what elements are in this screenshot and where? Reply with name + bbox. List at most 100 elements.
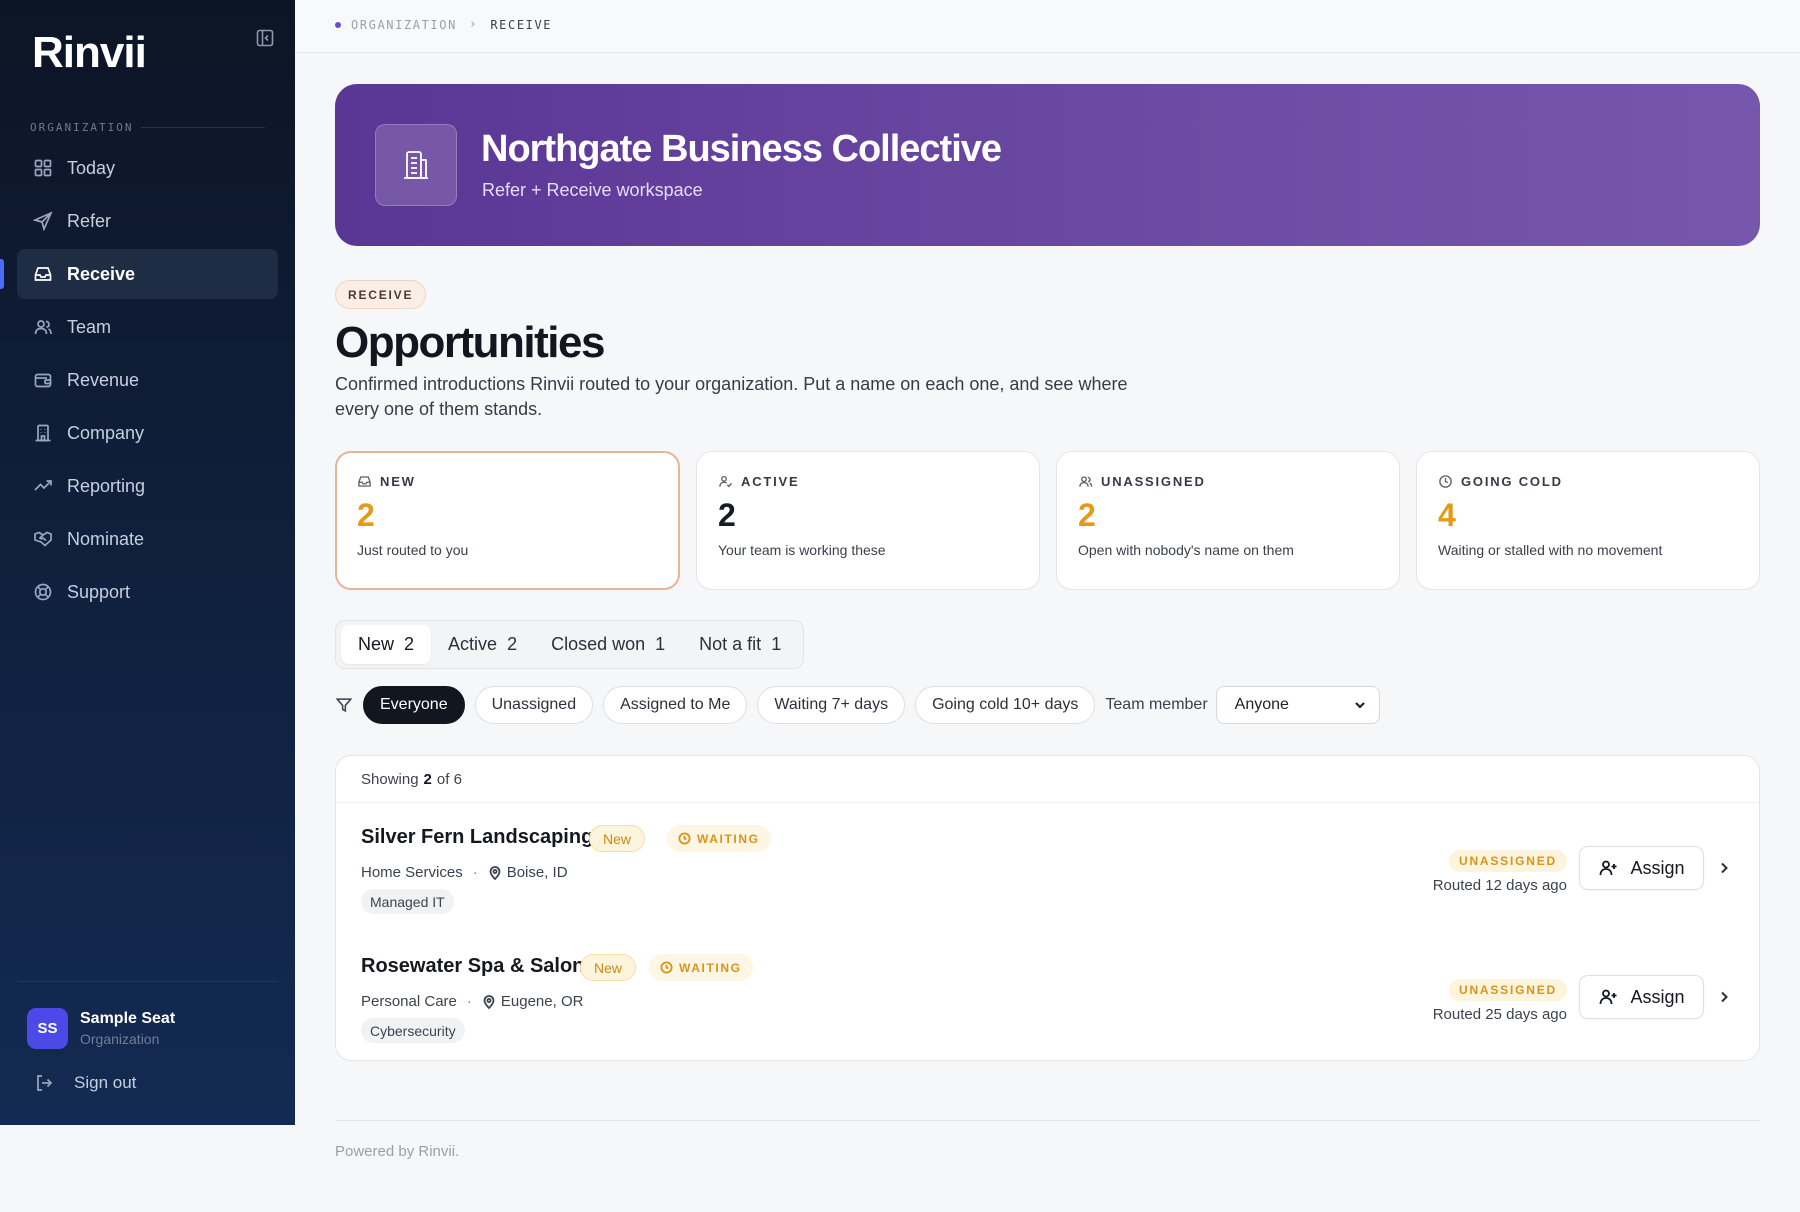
assign-button[interactable]: Assign — [1579, 975, 1704, 1019]
sign-out-label: Sign out — [74, 1073, 137, 1092]
stat-card-active[interactable]: ACTIVE 2 Your team is working these — [696, 451, 1040, 590]
showing-suffix: of 6 — [436, 770, 462, 788]
team-member-label: Team member — [1105, 696, 1208, 713]
tab-label: Closed won — [551, 634, 646, 654]
sidebar-item-receive[interactable]: Receive — [0, 249, 278, 299]
breadcrumb: ORGANIZATION › RECEIVE — [335, 17, 552, 32]
opportunity-list: Showing 2 of 6 Silver Fern Landscaping N… — [335, 755, 1760, 1061]
sidebar-item-company[interactable]: Company — [17, 408, 278, 458]
opportunity-name[interactable]: Silver Fern Landscaping — [361, 826, 593, 849]
list-summary: Showing 2 of 6 — [336, 756, 1759, 803]
stat-card-unassigned[interactable]: UNASSIGNED 2 Open with nobody's name on … — [1056, 451, 1400, 590]
send-icon — [33, 211, 53, 231]
lifebuoy-icon — [34, 583, 52, 601]
filter-chip-assigned-to-me[interactable]: Assigned to Me — [603, 686, 748, 724]
list-item[interactable]: Rosewater Spa & Salon New WAITING Person… — [336, 933, 1759, 1061]
stat-description: Open with nobody's name on them — [1078, 542, 1294, 558]
list-item[interactable]: Silver Fern Landscaping New WAITING Home… — [336, 804, 1759, 932]
breadcrumb-current: RECEIVE — [490, 17, 553, 32]
waiting-badge: WAITING — [667, 825, 771, 852]
tab-closed-won[interactable]: Closed won 1 — [534, 625, 682, 664]
organization-name: Northgate Business Collective — [481, 128, 1002, 170]
sign-out-button[interactable]: Sign out — [34, 1073, 136, 1093]
chevron-down-icon — [1354, 702, 1365, 709]
sidebar-divider — [17, 981, 278, 982]
filter-chip-everyone[interactable]: Everyone — [363, 686, 465, 724]
tab-new[interactable]: New 2 — [341, 625, 432, 664]
stat-value: 2 — [357, 497, 375, 533]
user-plus-icon — [1600, 860, 1617, 876]
status-tabs: New 2 Active 2 Closed won 1 Not a fit 1 — [335, 620, 805, 669]
separator-dot: · — [472, 864, 478, 881]
sidebar-item-label: Refer — [67, 210, 112, 231]
sidebar-collapse-icon[interactable] — [255, 28, 275, 48]
sidebar-item-label: Reporting — [67, 475, 146, 496]
opportunity-status: UNASSIGNED Routed 12 days ago — [1433, 850, 1567, 894]
user-name: Sample Seat — [80, 1010, 176, 1027]
user-org: Organization — [80, 1031, 160, 1047]
assignment-badge: UNASSIGNED — [1448, 979, 1567, 1001]
breadcrumb-dot — [335, 21, 341, 28]
chevron-right-icon[interactable] — [1717, 861, 1731, 875]
team-member-value: Anyone — [1234, 696, 1289, 713]
stat-cards: NEW 2 Just routed to you ACTIVE 2 Your t… — [335, 451, 1760, 590]
sidebar-item-support[interactable]: Support — [17, 567, 278, 617]
team-member-select[interactable]: Anyone — [1215, 686, 1380, 724]
opportunity-name[interactable]: Rosewater Spa & Salon — [361, 955, 584, 978]
sidebar-item-label: Support — [67, 581, 131, 602]
tab-not-a-fit[interactable]: Not a fit 1 — [682, 625, 798, 664]
sidebar-item-label: Receive — [67, 263, 136, 284]
sidebar: Rinvii ORGANIZATION Today Refer Receive … — [0, 0, 295, 1125]
sidebar-item-label: Today — [67, 157, 116, 178]
status-badge: New — [589, 825, 646, 852]
sidebar-item-team[interactable]: Team — [17, 302, 278, 352]
footer-divider — [335, 1120, 1760, 1121]
users-icon — [1079, 476, 1093, 487]
sidebar-item-reporting[interactable]: Reporting — [17, 461, 278, 511]
filter-bar: Everyone Unassigned Assigned to Me Waiti… — [335, 686, 1380, 724]
chevron-right-icon[interactable] — [1717, 990, 1731, 1004]
sidebar-item-label: Revenue — [67, 369, 140, 390]
user-plus-icon — [1600, 989, 1617, 1005]
app-logo: Rinvii — [32, 28, 147, 77]
breadcrumb-parent[interactable]: ORGANIZATION — [351, 18, 457, 32]
tab-count: 2 — [404, 634, 415, 654]
nav-section-divider — [141, 127, 265, 128]
avatar: SS — [27, 1008, 68, 1049]
tab-count: 1 — [771, 634, 782, 654]
users-icon — [34, 320, 52, 335]
tab-label: Not a fit — [699, 634, 762, 654]
waiting-badge: WAITING — [649, 954, 753, 981]
stat-value: 4 — [1438, 497, 1456, 533]
stat-card-new[interactable]: NEW 2 Just routed to you — [335, 451, 680, 590]
assign-button[interactable]: Assign — [1579, 846, 1704, 890]
map-pin-icon — [483, 994, 495, 1009]
routed-time: Routed 25 days ago — [1432, 1006, 1567, 1023]
filter-chip-unassigned[interactable]: Unassigned — [474, 686, 594, 724]
wallet-icon — [34, 373, 52, 388]
stat-label: UNASSIGNED — [1101, 474, 1206, 489]
nav-section-header: ORGANIZATION — [30, 121, 265, 134]
showing-prefix: Showing — [361, 770, 419, 788]
opportunity-category: Home Services — [361, 864, 463, 881]
filter-chip-waiting[interactable]: Waiting 7+ days — [757, 686, 906, 724]
service-tag: Cybersecurity — [361, 1018, 465, 1043]
sidebar-item-revenue[interactable]: Revenue — [17, 355, 278, 405]
clock-icon — [660, 961, 673, 974]
sidebar-item-label: Team — [67, 316, 112, 337]
building-icon — [35, 424, 51, 442]
tab-active[interactable]: Active 2 — [431, 625, 534, 664]
sidebar-item-label: Nominate — [67, 528, 145, 549]
filter-chip-going-cold[interactable]: Going cold 10+ days — [915, 686, 1096, 724]
stat-label: ACTIVE — [741, 474, 800, 489]
sidebar-item-today[interactable]: Today — [17, 143, 278, 193]
service-tag: Managed IT — [361, 889, 454, 914]
sidebar-item-nominate[interactable]: Nominate — [17, 514, 278, 564]
stat-label: NEW — [380, 474, 416, 489]
stat-label: GOING COLD — [1461, 474, 1563, 489]
stat-card-going-cold[interactable]: GOING COLD 4 Waiting or stalled with no … — [1416, 451, 1760, 590]
sidebar-item-refer[interactable]: Refer — [17, 196, 278, 246]
user-profile[interactable]: SS Sample Seat Organization — [27, 1008, 175, 1049]
opportunity-meta: Personal Care · Eugene, OR — [361, 993, 583, 1010]
status-badge: New — [580, 954, 637, 981]
